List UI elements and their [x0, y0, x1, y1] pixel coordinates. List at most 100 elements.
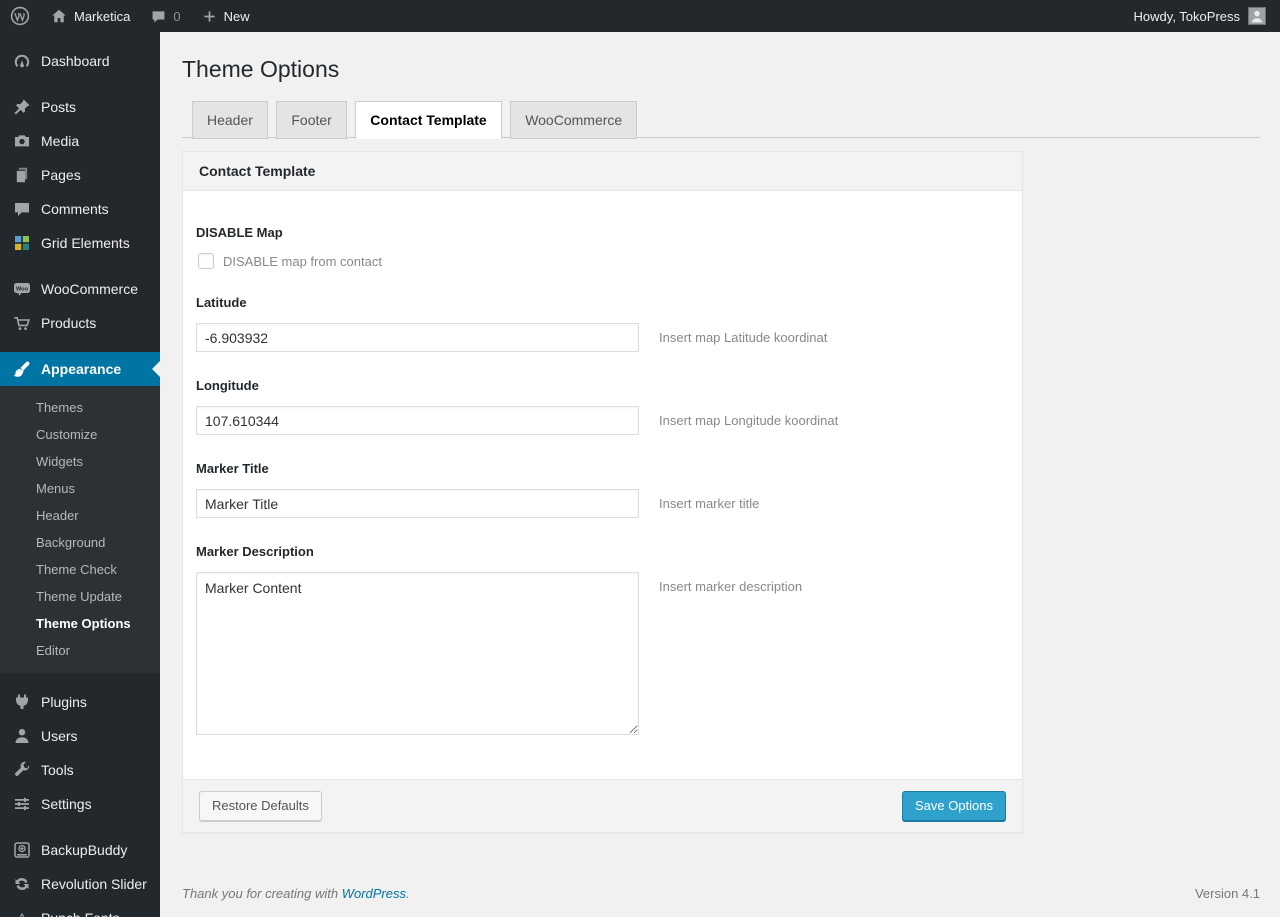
marker-title-hint: Insert marker title [659, 496, 760, 511]
sidebar-item-label: Revolution Slider [41, 876, 147, 892]
sidebar-item-comments[interactable]: Comments [0, 192, 160, 226]
sidebar-item-label: Media [41, 133, 80, 149]
submenu-item-editor[interactable]: Editor [0, 637, 160, 664]
disable-map-checkbox[interactable] [198, 253, 214, 269]
pushpin-icon [12, 97, 32, 117]
pages-icon [12, 165, 32, 185]
refresh-arrows-icon [12, 874, 32, 894]
tab-contact-template[interactable]: Contact Template [355, 101, 502, 139]
tab-header[interactable]: Header [192, 101, 268, 139]
main-content: Theme Options Header Footer Contact Temp… [160, 32, 1280, 917]
submenu-item-menus[interactable]: Menus [0, 475, 160, 502]
latitude-hint: Insert map Latitude koordinat [659, 330, 828, 345]
contact-template-panel: Contact Template DISABLE Map DISABLE map… [182, 151, 1023, 833]
sidebar-item-settings[interactable]: Settings [0, 787, 160, 821]
menu-separator [0, 260, 160, 272]
panel-body: DISABLE Map DISABLE map from contact Lat… [183, 191, 1022, 779]
menu-separator [0, 340, 160, 352]
submenu-item-background[interactable]: Background [0, 529, 160, 556]
howdy-text: Howdy, TokoPress [1133, 8, 1240, 24]
backup-disk-icon [12, 840, 32, 860]
longitude-row: Insert map Longitude koordinat [196, 406, 1009, 435]
submenu-item-theme-update[interactable]: Theme Update [0, 583, 160, 610]
submenu-item-header[interactable]: Header [0, 502, 160, 529]
longitude-input[interactable] [196, 406, 639, 435]
site-name-menu[interactable]: Marketica [40, 0, 140, 32]
sidebar-item-label: Settings [41, 796, 92, 812]
letter-a-icon: A [12, 908, 32, 917]
menu-separator [0, 673, 160, 685]
sidebar-item-posts[interactable]: Posts [0, 90, 160, 124]
comments-count: 0 [173, 8, 181, 24]
page-footer: Thank you for creating with WordPress. V… [182, 886, 1260, 901]
sidebar-item-plugins[interactable]: Plugins [0, 685, 160, 719]
footer-thanks: Thank you for creating with WordPress. [182, 886, 410, 901]
plus-icon [201, 8, 218, 25]
wordpress-logo-icon [10, 6, 30, 26]
comment-icon [12, 199, 32, 219]
submenu-item-theme-options[interactable]: Theme Options [0, 610, 160, 637]
marker-description-textarea[interactable]: Marker Content [196, 572, 639, 735]
sidebar-item-tools[interactable]: Tools [0, 753, 160, 787]
sidebar-item-label: Dashboard [41, 53, 110, 69]
disable-map-label: DISABLE Map [196, 225, 283, 240]
menu-separator [0, 78, 160, 90]
home-icon [50, 7, 68, 25]
marker-title-input[interactable] [196, 489, 639, 518]
avatar [1248, 7, 1266, 25]
camera-icon [12, 131, 32, 151]
sidebar-item-label: Plugins [41, 694, 87, 710]
latitude-row: Insert map Latitude koordinat [196, 323, 1009, 352]
sidebar-item-grid-elements[interactable]: Grid Elements [0, 226, 160, 260]
tab-bar: Header Footer Contact Template WooCommer… [182, 101, 1260, 139]
svg-text:Woo: Woo [16, 286, 29, 292]
admin-sidebar: Dashboard Posts Media Pages Comments Gri… [0, 32, 160, 917]
sidebar-item-appearance[interactable]: Appearance [0, 352, 160, 386]
menu-separator [0, 32, 160, 44]
sidebar-item-products[interactable]: Products [0, 306, 160, 340]
marker-description-row: Marker Content Insert marker description [196, 572, 1009, 735]
longitude-label: Longitude [196, 378, 259, 393]
restore-defaults-button[interactable]: Restore Defaults [199, 791, 322, 821]
submenu-item-customize[interactable]: Customize [0, 421, 160, 448]
tab-footer[interactable]: Footer [276, 101, 347, 139]
new-content-menu[interactable]: New [191, 0, 260, 32]
sidebar-item-label: Tools [41, 762, 74, 778]
disable-map-row: DISABLE map from contact [196, 253, 1009, 269]
sidebar-item-label: Punch Fonts [41, 910, 120, 917]
marker-title-row: Insert marker title [196, 489, 1009, 518]
sidebar-item-media[interactable]: Media [0, 124, 160, 158]
submenu-item-theme-check[interactable]: Theme Check [0, 556, 160, 583]
account-menu[interactable]: Howdy, TokoPress [1134, 7, 1280, 25]
sidebar-item-label: Appearance [41, 361, 122, 377]
plugin-icon [12, 692, 32, 712]
sidebar-item-label: Products [41, 315, 97, 331]
panel-footer: Restore Defaults Save Options [183, 779, 1022, 832]
submenu-item-widgets[interactable]: Widgets [0, 448, 160, 475]
sidebar-item-users[interactable]: Users [0, 719, 160, 753]
panel-title: Contact Template [183, 152, 1022, 191]
sidebar-item-revolution-slider[interactable]: Revolution Slider [0, 867, 160, 901]
site-name: Marketica [74, 8, 131, 24]
sidebar-item-dashboard[interactable]: Dashboard [0, 44, 160, 78]
sidebar-item-woocommerce[interactable]: Woo WooCommerce [0, 272, 160, 306]
sidebar-item-punch-fonts[interactable]: A Punch Fonts [0, 901, 160, 917]
marker-description-label: Marker Description [196, 544, 314, 559]
submenu-item-themes[interactable]: Themes [0, 394, 160, 421]
sidebar-item-backupbuddy[interactable]: BackupBuddy [0, 833, 160, 867]
woocommerce-icon: Woo [12, 279, 32, 299]
comments-menu[interactable]: 0 [140, 0, 190, 32]
wordpress-logo-menu[interactable] [0, 0, 40, 32]
tab-woocommerce[interactable]: WooCommerce [510, 101, 638, 139]
menu-separator [0, 821, 160, 833]
admin-bar: Marketica 0 New Howdy, TokoPress [0, 0, 1280, 32]
sidebar-item-label: Grid Elements [41, 235, 130, 251]
latitude-input[interactable] [196, 323, 639, 352]
dashboard-icon [12, 51, 32, 71]
marker-title-label: Marker Title [196, 461, 269, 476]
sidebar-item-label: Users [41, 728, 78, 744]
appearance-submenu: Themes Customize Widgets Menus Header Ba… [0, 386, 160, 673]
wordpress-link[interactable]: WordPress [342, 886, 406, 901]
save-options-button[interactable]: Save Options [901, 791, 1006, 821]
sidebar-item-pages[interactable]: Pages [0, 158, 160, 192]
